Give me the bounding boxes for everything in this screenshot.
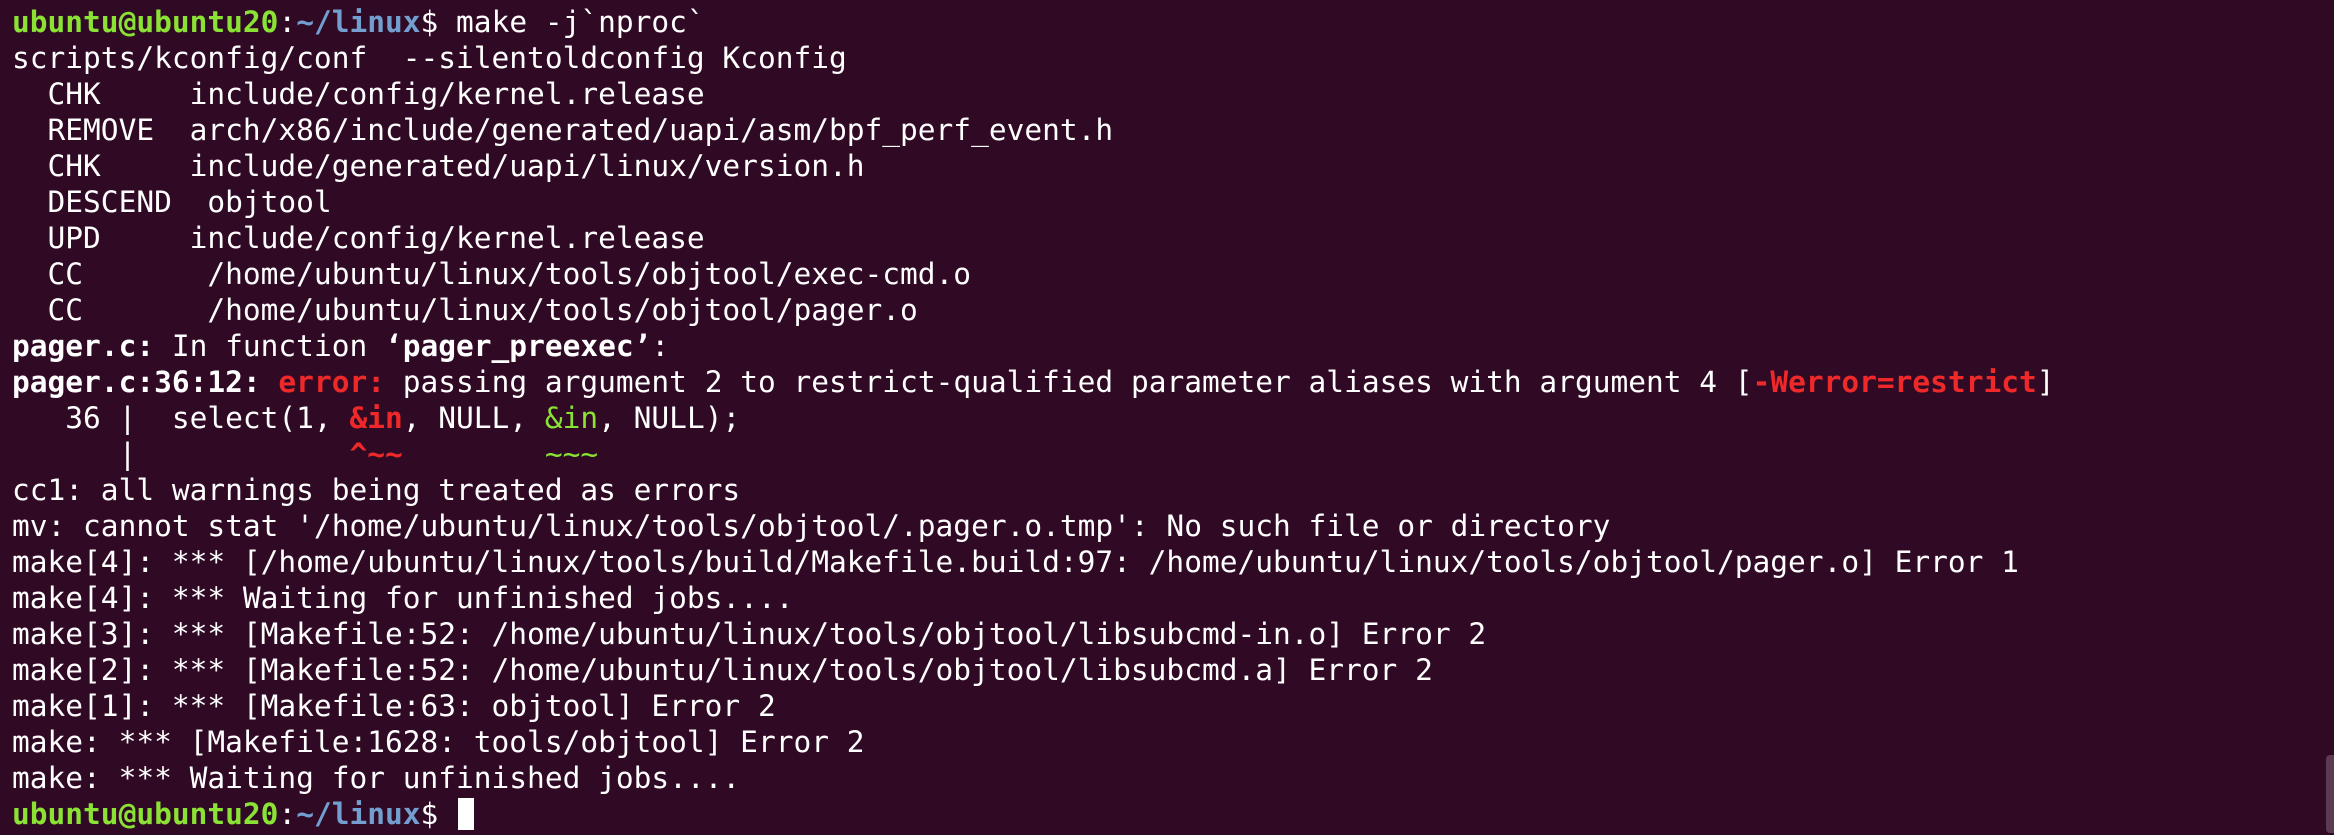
error-caret: ^~~ bbox=[349, 437, 403, 471]
output-line: make[2]: *** [Makefile:52: /home/ubuntu/… bbox=[12, 653, 1433, 687]
output-text: | bbox=[12, 437, 350, 471]
output-text: In function bbox=[154, 329, 385, 363]
output-line: scripts/kconfig/conf --silentoldconfig K… bbox=[12, 41, 847, 75]
output-line: mv: cannot stat '/home/ubuntu/linux/tool… bbox=[12, 509, 1611, 543]
prompt-path: ~/linux bbox=[296, 797, 421, 831]
error-location: pager.c:36:12: bbox=[12, 365, 261, 399]
output-line: DESCEND objtool bbox=[12, 185, 332, 219]
output-text: , NULL); bbox=[598, 401, 741, 435]
error-message: passing argument 2 to restrict-qualified… bbox=[385, 365, 1753, 399]
prompt-user-host: ubuntu@ubuntu20 bbox=[12, 5, 279, 39]
output-line: make[3]: *** [Makefile:52: /home/ubuntu/… bbox=[12, 617, 1487, 651]
output-line: CC /home/ubuntu/linux/tools/objtool/exec… bbox=[12, 257, 972, 291]
output-line: CHK include/generated/uapi/linux/version… bbox=[12, 149, 865, 183]
compiler-error-line: pager.c:36:12: error: passing argument 2… bbox=[12, 364, 2334, 400]
error-label: error: bbox=[278, 365, 385, 399]
compiler-function-line: pager.c: In function ‘pager_preexec’: bbox=[12, 328, 2334, 364]
highlighted-arg: &in bbox=[349, 401, 403, 435]
note-tilde: ~~~ bbox=[544, 437, 599, 471]
terminal-window[interactable]: " ubuntu@ubuntu20:~/linux$ make -j`nproc… bbox=[0, 0, 2334, 835]
prompt-dollar: $ bbox=[420, 5, 439, 39]
command-input[interactable] bbox=[438, 797, 456, 831]
prompt-colon: : bbox=[278, 5, 297, 39]
prompt-line-command: ubuntu@ubuntu20:~/linux$ make -j`nproc` bbox=[12, 4, 2334, 40]
prompt-colon: : bbox=[278, 797, 297, 831]
output-line: REMOVE arch/x86/include/generated/uapi/a… bbox=[12, 113, 1114, 147]
output-line: UPD include/config/kernel.release bbox=[12, 221, 705, 255]
prompt-dollar: $ bbox=[420, 797, 439, 831]
scrollbar-thumb[interactable] bbox=[2326, 755, 2334, 833]
output-text: : bbox=[651, 329, 670, 363]
warning-flag: -Werror=restrict bbox=[1752, 365, 2037, 399]
output-line: make[4]: *** Waiting for unfinished jobs… bbox=[12, 581, 794, 615]
command-text: make -j`nproc` bbox=[438, 5, 705, 39]
output-text: 36 | select(1, bbox=[12, 401, 350, 435]
output-line: cc1: all warnings being treated as error… bbox=[12, 473, 741, 507]
scrolled-fragment: " bbox=[12, 0, 30, 10]
caret-marker-line: | ^~~ ~~~ bbox=[12, 436, 2334, 472]
output-line: make: *** [Makefile:1628: tools/objtool]… bbox=[12, 725, 865, 759]
prompt-path: ~/linux bbox=[296, 5, 421, 39]
source-code-line: 36 | select(1, &in, NULL, &in, NULL); bbox=[12, 400, 2334, 436]
output-line: make[4]: *** [/home/ubuntu/linux/tools/b… bbox=[12, 545, 2019, 579]
output-line: CHK include/config/kernel.release bbox=[12, 77, 705, 111]
function-name: ‘pager_preexec’ bbox=[384, 329, 652, 363]
output-line: make: *** Waiting for unfinished jobs...… bbox=[12, 761, 741, 795]
cursor-block bbox=[458, 798, 475, 830]
prompt-line-current[interactable]: ubuntu@ubuntu20:~/linux$ bbox=[12, 796, 2334, 832]
output-text: ] bbox=[2036, 365, 2055, 399]
file-ref: pager.c: bbox=[12, 329, 155, 363]
prompt-user-host: ubuntu@ubuntu20 bbox=[12, 797, 279, 831]
output-line: CC /home/ubuntu/linux/tools/objtool/page… bbox=[12, 293, 918, 327]
highlighted-arg-note: &in bbox=[544, 401, 599, 435]
output-line: make[1]: *** [Makefile:63: objtool] Erro… bbox=[12, 689, 776, 723]
output-text: , NULL, bbox=[402, 401, 545, 435]
